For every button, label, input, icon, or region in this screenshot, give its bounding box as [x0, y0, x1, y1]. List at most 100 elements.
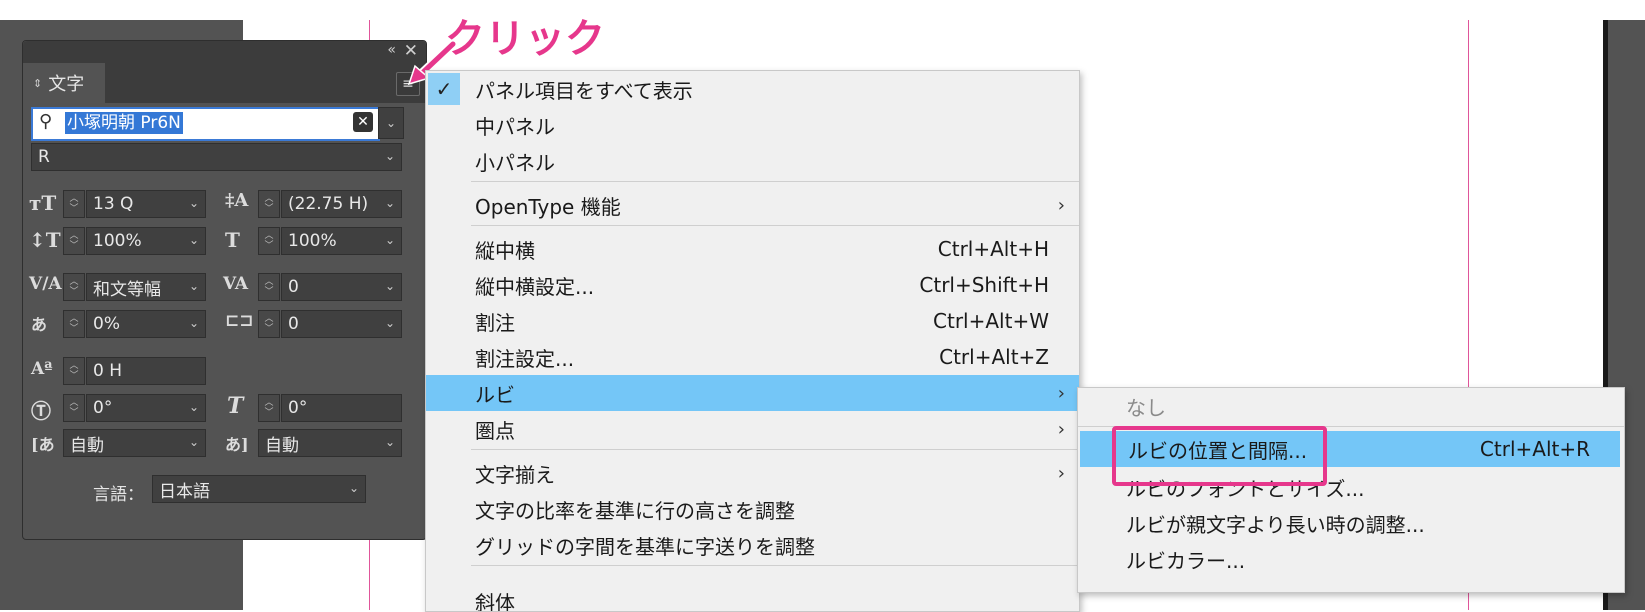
menu-item-tatechuyoko-settings[interactable]: 縦中横設定... Ctrl+Shift+H	[426, 267, 1079, 303]
aki-stepper[interactable]: ︿ ﹀	[258, 310, 280, 338]
vertical-scale-value: 100%	[93, 231, 142, 251]
font-family-dropdown[interactable]: ⌄	[378, 107, 404, 139]
menu-separator	[471, 181, 1079, 182]
baseline-shift-input[interactable]: 0 H	[86, 357, 206, 385]
menu-item-label: 斜体	[475, 591, 515, 611]
menu-item-grid-spacing[interactable]: グリッドの字間を基準に字送りを調整	[426, 527, 1079, 563]
kerning-stepper[interactable]: ︿ ﹀	[63, 273, 85, 301]
submenu-item-none[interactable]: なし	[1078, 388, 1624, 424]
chevron-down-icon: ⌄	[384, 435, 395, 449]
panel-titlebar[interactable]: « ✕	[23, 41, 426, 63]
font-size-stepper[interactable]: ︿ ﹀	[63, 190, 85, 218]
aki-after-icon: あ]	[225, 435, 249, 454]
chevron-right-icon: ›	[1057, 462, 1065, 484]
tab-label: 文字	[48, 74, 85, 95]
menu-item-label: 割注設定...	[475, 346, 575, 371]
font-size-input[interactable]: 13 Q ⌄	[86, 190, 206, 218]
panel-tabstrip: ⇕ 文字 ≡	[23, 63, 426, 103]
menu-item-shortcut: Ctrl+Alt+R	[1479, 437, 1590, 461]
menu-item-line-height-ratio[interactable]: 文字の比率を基準に行の高さを調整	[426, 491, 1079, 527]
aki-icon: ⊏⊐	[225, 311, 254, 331]
vertical-scale-input[interactable]: 100% ⌄	[86, 227, 206, 255]
chevron-down-icon: ⌄	[188, 435, 199, 449]
chevron-down-icon: ⌄	[188, 196, 199, 210]
font-style-select[interactable]: R ⌄	[31, 143, 402, 171]
character-panel: « ✕ ⇕ 文字 ≡ ⚲ 小塚明朝 Pr6N ✕ ⌄ R ⌄ тT ︿ ﹀ 13 …	[22, 40, 427, 540]
submenu-item-ruby-overhang[interactable]: ルビが親文字より長い時の調整...	[1078, 505, 1624, 541]
tracking-icon: VA	[223, 274, 249, 294]
horizontal-scale-stepper[interactable]: ︿ ﹀	[258, 227, 280, 255]
skew-input[interactable]: 0°	[281, 394, 402, 422]
menu-item-medium-panel[interactable]: 中パネル	[426, 107, 1079, 143]
chevron-down-icon: ⌄	[384, 279, 395, 293]
tsume-input[interactable]: 0% ⌄	[86, 310, 206, 338]
menu-item-shortcut: Ctrl+Alt+H	[937, 237, 1049, 261]
menu-item-shortcut: Ctrl+Alt+Z	[939, 345, 1049, 369]
aki-input[interactable]: 0 ⌄	[281, 310, 402, 338]
vertical-scale-icon: ↕T	[29, 228, 61, 252]
vertical-scale-stepper[interactable]: ︿ ﹀	[63, 227, 85, 255]
menu-item-label: 小パネル	[475, 150, 555, 175]
language-value: 日本語	[159, 481, 210, 502]
menu-item-label: 文字揃え	[475, 462, 555, 487]
menu-item-small-panel[interactable]: 小パネル	[426, 143, 1079, 179]
menu-item-label: 割注	[475, 310, 515, 335]
menu-item-tatechuyoko[interactable]: 縦中横 Ctrl+Alt+H	[426, 231, 1079, 267]
skew-icon: T	[227, 393, 244, 419]
menu-item-opentype[interactable]: OpenType 機能 ›	[426, 187, 1079, 223]
submenu-item-ruby-color[interactable]: ルビカラー...	[1078, 541, 1624, 577]
rotation-stepper[interactable]: ︿ ﹀	[63, 394, 85, 422]
skew-stepper[interactable]: ︿ ﹀	[258, 394, 280, 422]
language-select[interactable]: 日本語 ⌄	[152, 475, 366, 503]
aki-before-select[interactable]: 自動 ⌄	[63, 429, 206, 457]
menu-item-shortcut: Ctrl+Alt+W	[933, 309, 1049, 333]
menu-item-label: パネル項目をすべて表示	[475, 78, 693, 103]
clear-icon[interactable]: ✕	[353, 112, 373, 132]
menu-item-shortcut: Ctrl+Shift+H	[919, 273, 1049, 297]
menu-item-label: OpenType 機能	[475, 194, 621, 219]
menu-item-warichu-settings[interactable]: 割注設定... Ctrl+Alt+Z	[426, 339, 1079, 375]
chevron-down-icon: ⌄	[348, 481, 359, 495]
kerning-icon: V/A	[29, 274, 62, 294]
chevron-down-icon: ⌄	[384, 196, 395, 210]
aki-after-select[interactable]: 自動 ⌄	[258, 429, 402, 457]
tracking-input[interactable]: 0 ⌄	[281, 273, 402, 301]
chevron-down-icon: ⌄	[188, 279, 199, 293]
aki-before-value: 自動	[70, 435, 104, 456]
tracking-stepper[interactable]: ︿ ﹀	[258, 273, 280, 301]
menu-item-kenten[interactable]: 圏点 ›	[426, 411, 1079, 447]
menu-item-alignment[interactable]: 文字揃え ›	[426, 455, 1079, 491]
tsume-stepper[interactable]: ︿ ﹀	[63, 310, 85, 338]
tab-character[interactable]: ⇕ 文字	[23, 63, 105, 103]
menu-item-label: 縦中横設定...	[475, 274, 595, 299]
menu-item-show-all[interactable]: ✓ パネル項目をすべて表示	[426, 71, 1079, 107]
leading-input[interactable]: (22.75 H) ⌄	[281, 190, 402, 218]
menu-item-label: ルビ	[475, 382, 515, 407]
leading-stepper[interactable]: ︿ ﹀	[258, 190, 280, 218]
menu-item-label: 圏点	[475, 418, 515, 443]
chevron-right-icon: ›	[1057, 194, 1065, 216]
baseline-shift-stepper[interactable]: ︿ ﹀	[63, 357, 85, 385]
rotation-icon: Ⓣ	[31, 399, 51, 423]
menu-item-label: グリッドの字間を基準に字送りを調整	[475, 534, 815, 559]
menu-separator	[471, 565, 1079, 566]
menu-item-ruby[interactable]: ルビ ›	[426, 375, 1079, 411]
click-annotation: クリック	[445, 16, 605, 62]
font-size-value: 13 Q	[93, 194, 134, 214]
rotation-input[interactable]: 0° ⌄	[86, 394, 206, 422]
kerning-select[interactable]: 和文等幅 ⌄	[86, 273, 206, 301]
menu-separator	[471, 449, 1079, 450]
tsume-value: 0%	[93, 314, 120, 334]
baseline-shift-icon: Aª	[31, 359, 53, 379]
font-family-input[interactable]: ⚲ 小塚明朝 Pr6N ✕	[31, 107, 380, 141]
menu-item-italic[interactable]: 斜体	[426, 571, 1079, 611]
tsume-icon: あ	[31, 315, 48, 334]
panel-context-menu: ✓ パネル項目をすべて表示 中パネル 小パネル OpenType 機能 › 縦中…	[425, 70, 1080, 612]
chevron-down-icon: ⌄	[384, 316, 395, 330]
collapse-icon[interactable]: «	[387, 42, 396, 58]
menu-item-warichu[interactable]: 割注 Ctrl+Alt+W	[426, 303, 1079, 339]
menu-item-label: 文字の比率を基準に行の高さを調整	[475, 498, 795, 523]
menu-separator	[471, 225, 1079, 226]
horizontal-scale-input[interactable]: 100% ⌄	[281, 227, 402, 255]
chevron-down-icon: ⌄	[384, 233, 395, 247]
